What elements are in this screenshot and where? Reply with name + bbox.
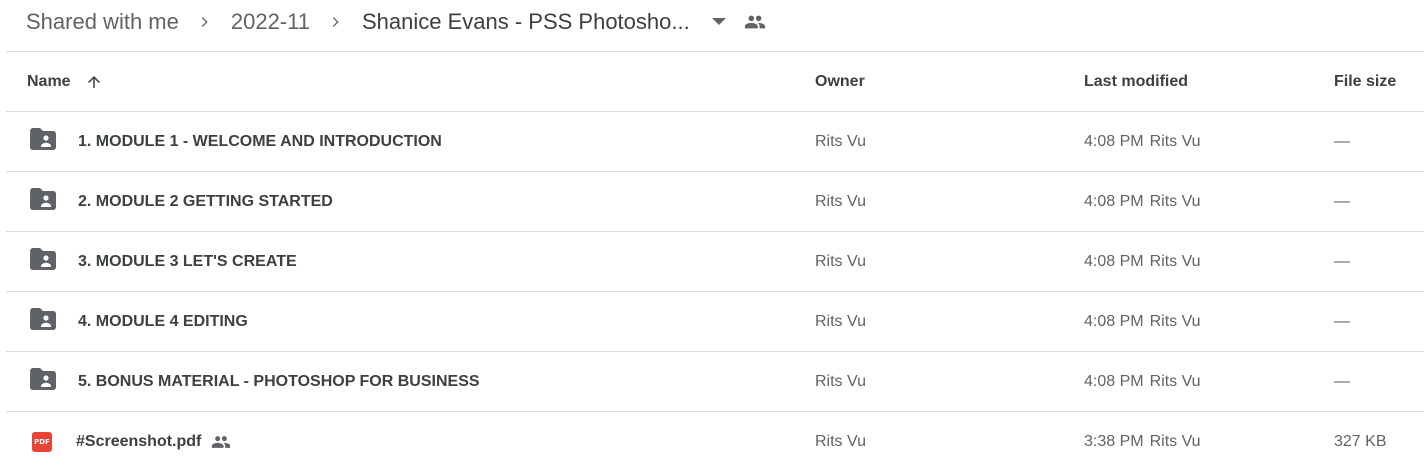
modified-by: Rits Vu <box>1149 372 1201 390</box>
pdf-icon: PDF <box>32 431 52 452</box>
people-icon <box>744 11 766 33</box>
modified-cell: 3:38 PM Rits Vu <box>1084 433 1201 451</box>
size-cell: — <box>1334 312 1350 330</box>
breadcrumb-shared-with-me[interactable]: Shared with me <box>26 9 179 35</box>
modified-cell: 4:08 PM Rits Vu <box>1084 253 1201 271</box>
size-cell: — <box>1334 252 1350 270</box>
file-name: 2. MODULE 2 GETTING STARTED <box>78 192 333 210</box>
modified-by: Rits Vu <box>1149 312 1201 330</box>
column-header-last-modified[interactable]: Last modified <box>1084 73 1188 91</box>
file-list: Name Owner Last modified File size 1. MO… <box>6 52 1424 471</box>
modified-by: Rits Vu <box>1149 192 1201 210</box>
table-row[interactable]: 5. BONUS MATERIAL - PHOTOSHOP FOR BUSINE… <box>6 352 1424 412</box>
size-cell: 327 KB <box>1334 432 1387 450</box>
breadcrumb-2022-11[interactable]: 2022-11 <box>231 9 310 35</box>
chevron-right-icon <box>179 14 231 30</box>
owner-cell: Rits Vu <box>815 252 866 270</box>
arrow-up-icon[interactable] <box>85 73 103 91</box>
modified-cell: 4:08 PM Rits Vu <box>1084 373 1201 391</box>
caret-down-icon[interactable] <box>711 18 726 26</box>
column-header-name[interactable]: Name <box>27 73 103 91</box>
size-cell: — <box>1334 192 1350 210</box>
owner-cell: Rits Vu <box>815 312 866 330</box>
modified-time: 4:08 PM <box>1084 252 1144 270</box>
breadcrumb: Shared with me 2022-11 Shanice Evans - P… <box>0 0 1424 44</box>
shared-folder-icon <box>30 368 56 395</box>
file-name: 4. MODULE 4 EDITING <box>78 312 248 330</box>
modified-cell: 4:08 PM Rits Vu <box>1084 133 1201 151</box>
shared-folder-icon <box>30 128 56 155</box>
column-header-name-label: Name <box>27 72 71 90</box>
owner-cell: Rits Vu <box>815 192 866 210</box>
owner-cell: Rits Vu <box>815 372 866 390</box>
size-cell: — <box>1334 132 1350 150</box>
table-row[interactable]: PDF #Screenshot.pdf Rits Vu 3:38 PM Rits … <box>6 412 1424 471</box>
breadcrumb-current-folder[interactable]: Shanice Evans - PSS Photosho... <box>362 9 690 35</box>
column-header-file-size[interactable]: File size <box>1334 73 1396 91</box>
shared-folder-icon <box>30 188 56 215</box>
modified-by: Rits Vu <box>1149 132 1201 150</box>
table-header: Name Owner Last modified File size <box>6 52 1424 112</box>
size-cell: — <box>1334 372 1350 390</box>
modified-time: 3:38 PM <box>1084 432 1144 450</box>
modified-time: 4:08 PM <box>1084 132 1144 150</box>
modified-time: 4:08 PM <box>1084 312 1144 330</box>
file-name: 1. MODULE 1 - WELCOME AND INTRODUCTION <box>78 132 442 150</box>
people-icon <box>211 432 231 452</box>
modified-by: Rits Vu <box>1149 432 1201 450</box>
modified-time: 4:08 PM <box>1084 192 1144 210</box>
shared-folder-icon <box>30 248 56 275</box>
modified-cell: 4:08 PM Rits Vu <box>1084 313 1201 331</box>
table-row[interactable]: 1. MODULE 1 - WELCOME AND INTRODUCTION R… <box>6 112 1424 172</box>
shared-folder-icon <box>30 308 56 335</box>
owner-cell: Rits Vu <box>815 432 866 450</box>
modified-cell: 4:08 PM Rits Vu <box>1084 193 1201 211</box>
table-row[interactable]: 4. MODULE 4 EDITING Rits Vu 4:08 PM Rits … <box>6 292 1424 352</box>
file-name: #Screenshot.pdf <box>76 432 202 450</box>
chevron-right-icon <box>310 14 362 30</box>
owner-cell: Rits Vu <box>815 132 866 150</box>
file-name: 3. MODULE 3 LET'S CREATE <box>78 252 297 270</box>
table-row[interactable]: 2. MODULE 2 GETTING STARTED Rits Vu 4:08… <box>6 172 1424 232</box>
file-name: 5. BONUS MATERIAL - PHOTOSHOP FOR BUSINE… <box>78 372 480 390</box>
modified-by: Rits Vu <box>1149 252 1201 270</box>
column-header-owner[interactable]: Owner <box>815 73 865 91</box>
modified-time: 4:08 PM <box>1084 372 1144 390</box>
table-row[interactable]: 3. MODULE 3 LET'S CREATE Rits Vu 4:08 PM… <box>6 232 1424 292</box>
